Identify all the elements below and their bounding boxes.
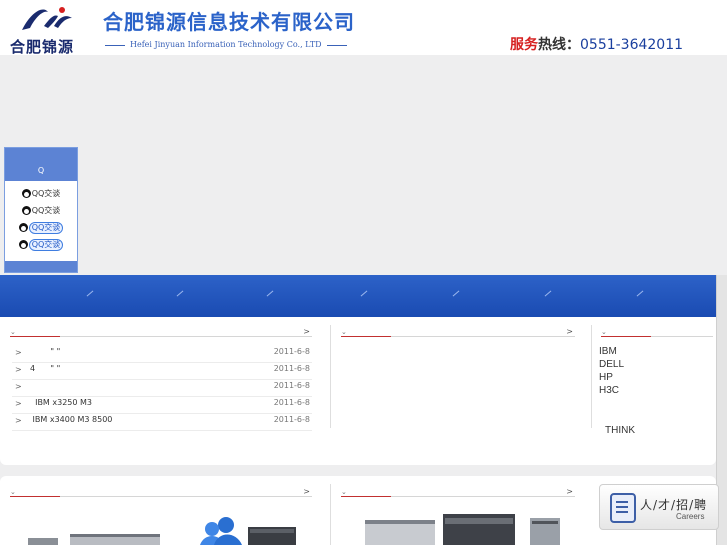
nav-separator — [636, 290, 644, 297]
qq-panel-footer — [5, 261, 77, 272]
nav-separator — [544, 290, 552, 297]
qq-panel-title: Q — [5, 148, 77, 181]
banner-area — [0, 55, 727, 275]
main-nav[interactable] — [0, 275, 716, 317]
brand-link-h3c[interactable]: H3C — [599, 384, 624, 397]
logo-text: 合肥锦源 — [10, 38, 75, 56]
qq-chat-link-1[interactable]: QQ交谈 — [5, 185, 77, 202]
row-bullet: > — [15, 382, 22, 391]
news-date: 2011-6-8 — [273, 398, 310, 407]
brands-box-header: ⌄ — [601, 322, 713, 337]
news-title[interactable]: " " — [30, 347, 60, 356]
solutions-box-header: ⌄ > — [341, 482, 575, 497]
qq-penguin-icon — [21, 189, 31, 198]
careers-banner[interactable]: 人/才/招/聘 Careers — [599, 484, 719, 530]
column-divider — [591, 325, 592, 428]
qq-chat-label: QQ交谈 — [28, 239, 64, 251]
nav-separator — [360, 290, 368, 297]
brand-link-think[interactable]: THINK — [605, 425, 635, 436]
solutions-more-link[interactable]: > — [566, 487, 573, 496]
title-underline — [341, 496, 391, 497]
title-underline — [341, 336, 391, 337]
qq-chat-link-2[interactable]: QQ交谈 — [5, 202, 77, 219]
chevron-down-icon: ⌄ — [601, 328, 607, 336]
qq-penguin-icon — [21, 206, 31, 215]
title-underline — [601, 336, 651, 337]
qq-chat-link-4[interactable]: QQ交谈 — [5, 236, 77, 253]
news-date: 2011-6-8 — [273, 347, 310, 356]
brand-link-ibm[interactable]: IBM — [599, 345, 624, 358]
news-row[interactable]: > " " 2011-6-8 — [12, 345, 312, 363]
qq-penguin-icon — [18, 223, 28, 232]
brand-link-dell[interactable]: DELL — [599, 358, 624, 371]
hotline-label: 热线： — [538, 37, 580, 53]
careers-label-en: Careers — [676, 512, 705, 521]
brand-list: IBM DELL HP H3C — [599, 345, 624, 397]
title-underline — [10, 336, 60, 337]
news-date: 2011-6-8 — [273, 381, 310, 390]
hotline-label-red: 服务 — [510, 37, 538, 53]
column-divider — [330, 325, 331, 428]
qq-chat-label: QQ交谈 — [31, 206, 61, 215]
hotline-number: 0551-3642011 — [580, 37, 684, 53]
nav-separator — [176, 290, 184, 297]
nav-separator — [452, 290, 460, 297]
logo-mark-icon — [22, 7, 72, 30]
products-more-link[interactable]: > — [303, 487, 310, 496]
qq-service-panel: Q QQ交谈 QQ交谈 QQ交谈 QQ交谈 — [4, 147, 78, 273]
rack-server-image[interactable] — [365, 500, 565, 545]
title-underline — [10, 496, 60, 497]
device-product-image[interactable] — [248, 517, 302, 545]
row-bullet: > — [15, 365, 22, 374]
column-divider — [330, 484, 331, 545]
chevron-down-icon: ⌄ — [341, 488, 347, 496]
row-bullet: > — [15, 399, 22, 408]
news-row[interactable]: > IBM x3250 M3 2011-6-8 — [12, 396, 312, 414]
products-box-header: ⌄ > — [10, 482, 312, 497]
news-more-link[interactable]: > — [303, 327, 310, 336]
nav-separator — [266, 290, 274, 297]
brand-link-hp[interactable]: HP — [599, 371, 624, 384]
news-box-header: ⌄ > — [10, 322, 312, 337]
news-title[interactable]: IBM x3400 M3 8500 — [30, 415, 113, 424]
company-name-en: Hefei Jinyuan Information Technology Co.… — [100, 40, 352, 49]
news-title[interactable]: 4 " " — [30, 364, 60, 373]
chevron-down-icon: ⌄ — [341, 328, 347, 336]
middle-more-link[interactable]: > — [566, 327, 573, 336]
news-row[interactable]: >4 " " 2011-6-8 — [12, 362, 312, 380]
chevron-down-icon: ⌄ — [10, 328, 16, 336]
news-row[interactable]: >2011-6-8 — [12, 379, 312, 397]
document-icon — [610, 493, 636, 523]
hotline: 服务热线：0551-3642011 — [510, 34, 683, 54]
nav-separator — [86, 290, 94, 297]
chevron-down-icon: ⌄ — [10, 488, 16, 496]
users-product-icon[interactable] — [198, 515, 244, 545]
news-row[interactable]: > IBM x3400 M3 8500 2011-6-8 — [12, 413, 312, 431]
header: 合肥锦源 合肥锦源信息技术有限公司 Hefei Jinyuan Informat… — [0, 0, 727, 56]
row-bullet: > — [15, 416, 22, 425]
server-product-image[interactable] — [28, 500, 168, 545]
qq-chat-label: QQ交谈 — [28, 222, 64, 234]
qq-penguin-icon — [18, 240, 28, 249]
news-date: 2011-6-8 — [273, 364, 310, 373]
careers-label-cn: 人/才/招/聘 — [640, 498, 708, 512]
company-name-cn: 合肥锦源信息技术有限公司 — [103, 10, 355, 34]
middle-box-header: ⌄ > — [341, 322, 575, 337]
news-title[interactable]: IBM x3250 M3 — [30, 398, 92, 407]
qq-chat-link-3[interactable]: QQ交谈 — [5, 219, 77, 236]
row-bullet: > — [15, 348, 22, 357]
company-name-en-text: Hefei Jinyuan Information Technology Co.… — [130, 40, 322, 49]
qq-chat-label: QQ交谈 — [31, 189, 61, 198]
news-date: 2011-6-8 — [273, 415, 310, 424]
